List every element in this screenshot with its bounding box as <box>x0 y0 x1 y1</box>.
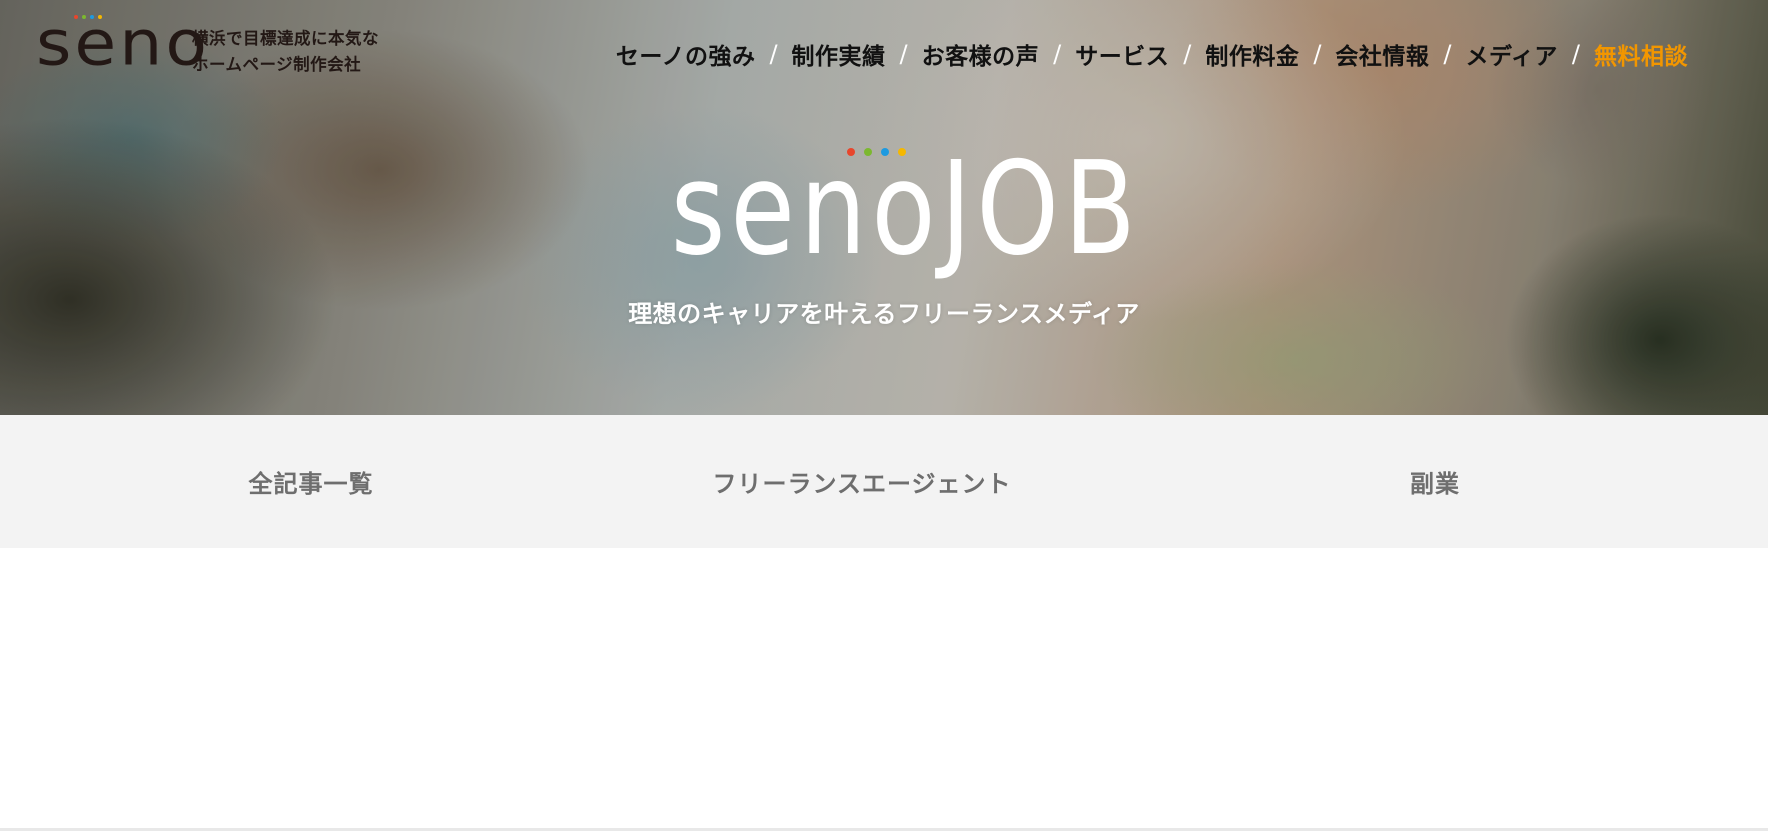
nav-item-services[interactable]: サービス <box>1075 37 1169 71</box>
tagline-line-2: ホームページ制作会社 <box>192 55 362 74</box>
senojob-dot-red <box>847 148 855 156</box>
nav-item-works[interactable]: 制作実績 <box>792 37 886 71</box>
nav-item-voices[interactable]: お客様の声 <box>922 37 1040 71</box>
site-logo-link[interactable]: seno 横浜で目標達成に本気な ホームページ制作会社 <box>36 12 379 78</box>
hero-subtitle: 理想のキャリアを叶えるフリーランスメディア <box>628 300 1140 328</box>
logo-tagline: 横浜で目標達成に本気な ホームページ制作会社 <box>192 26 379 78</box>
hero-section: seno 横浜で目標達成に本気な ホームページ制作会社 セーノの強み / 制作実… <box>0 0 1768 415</box>
category-freelance-agent[interactable]: フリーランスエージェント <box>622 464 1102 499</box>
logo-dot-yellow <box>98 15 102 19</box>
category-all-articles[interactable]: 全記事一覧 <box>0 464 622 499</box>
nav-item-media[interactable]: メディア <box>1466 37 1558 71</box>
nav-separator: / <box>899 40 908 68</box>
category-tabs: 全記事一覧 フリーランスエージェント 副業 <box>0 415 1768 548</box>
category-side-job[interactable]: 副業 <box>1102 464 1768 499</box>
senojob-dot-blue <box>881 148 889 156</box>
nav-item-pricing[interactable]: 制作料金 <box>1205 37 1299 71</box>
nav-separator: / <box>1313 40 1322 68</box>
content-area <box>0 548 1768 828</box>
nav-item-strengths[interactable]: セーノの強み <box>616 37 756 71</box>
logo-dot-red <box>74 15 78 19</box>
logo-wordmark: seno <box>36 7 210 81</box>
nav-separator: / <box>769 40 778 68</box>
senojob-dot-green <box>864 148 872 156</box>
nav-separator: / <box>1571 40 1580 68</box>
logo-dot-green <box>82 15 86 19</box>
hero-title-block: senoJOB 理想のキャリアを叶えるフリーランスメディア <box>0 140 1768 329</box>
nav-item-company[interactable]: 会社情報 <box>1335 37 1429 71</box>
logo-dots <box>74 15 102 19</box>
senojob-logo: senoJOB <box>624 140 1144 280</box>
divider <box>0 828 1768 831</box>
senojob-dots <box>847 148 906 156</box>
nav-separator: / <box>1183 40 1192 68</box>
tagline-line-1: 横浜で目標達成に本気な <box>192 29 379 48</box>
page: seno 横浜で目標達成に本気な ホームページ制作会社 セーノの強み / 制作実… <box>0 0 1768 833</box>
logo-dot-blue <box>90 15 94 19</box>
nav-separator: / <box>1053 40 1062 68</box>
nav-item-free-consultation[interactable]: 無料相談 <box>1594 37 1688 71</box>
global-nav: セーノの強み / 制作実績 / お客様の声 / サービス / 制作料金 / 会社… <box>616 36 1688 72</box>
seno-logo: seno <box>36 12 207 78</box>
nav-separator: / <box>1443 40 1452 68</box>
senojob-wordmark: senoJOB <box>670 135 1141 284</box>
senojob-dot-yellow <box>898 148 906 156</box>
